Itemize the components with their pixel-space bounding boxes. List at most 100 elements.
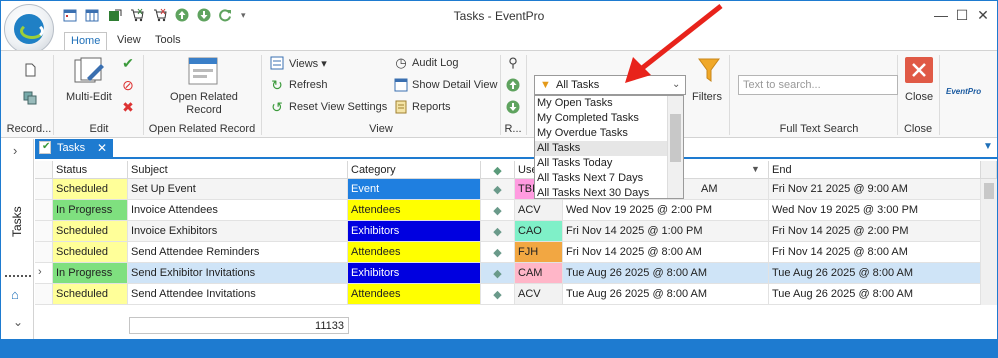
tab-tasks[interactable]: ✔ Tasks ✕ [35,139,113,157]
marker-cell[interactable]: ◆ [481,200,515,221]
end-cell[interactable]: Tue Aug 26 2025 @ 8:00 AM [769,263,981,284]
calendar-icon[interactable] [63,8,77,22]
filter-option[interactable]: My Open Tasks [535,96,683,111]
category-cell[interactable]: Exhibitors [348,221,481,242]
reset-view-settings-button[interactable]: Reset View Settings [289,101,387,113]
filters-button[interactable]: Filters [692,91,722,103]
collapse-panel-icon[interactable]: ⌄ [13,315,23,329]
move-up-icon[interactable] [506,78,520,92]
column-header-marker[interactable]: ◆ [481,161,515,179]
row-indicator[interactable] [35,200,53,221]
maximize-icon[interactable]: ☐ [952,7,972,24]
user-cell[interactable]: FJH [515,242,563,263]
close-button[interactable]: Close [905,91,933,103]
close-tab-icon[interactable]: ✕ [97,141,107,155]
home-icon[interactable]: ⌂ [11,287,19,302]
new-record-icon[interactable] [23,63,37,77]
status-cell[interactable]: In Progress [53,200,128,221]
status-cell[interactable]: In Progress [53,263,128,284]
tab-tools[interactable]: Tools [149,32,187,50]
cart-icon[interactable] [130,8,144,22]
expand-panel-icon[interactable]: › [13,143,17,158]
customize-qat-icon[interactable]: ▾ [241,8,255,22]
category-cell[interactable]: Event [348,179,481,200]
start-cell[interactable]: Fri Nov 14 2025 @ 1:00 PM [563,221,769,242]
table-row[interactable]: › In Progress Send Exhibitor Invitations Ex… [35,263,981,284]
end-cell[interactable]: Fri Nov 21 2025 @ 9:00 AM [769,179,981,200]
views-icon[interactable] [270,56,284,70]
marker-cell[interactable]: ◆ [481,284,515,305]
filter-option[interactable]: My Overdue Tasks [535,126,683,141]
reports-icon[interactable] [394,100,408,114]
column-header-status[interactable]: Status [53,161,128,179]
related-record-icon[interactable] [188,57,218,85]
close-icon[interactable]: ✕ [973,7,993,24]
filter-option[interactable]: My Completed Tasks [535,111,683,126]
end-cell[interactable]: Fri Nov 14 2025 @ 2:00 PM [769,221,981,242]
refresh-button[interactable]: Refresh [289,79,328,91]
filter-option-selected[interactable]: All Tasks [535,141,683,156]
audit-log-icon[interactable]: ◷ [394,56,408,70]
open-related-record-button[interactable]: Open Related Record [168,91,240,117]
reports-button[interactable]: Reports [412,101,451,113]
start-cell[interactable]: Tue Aug 26 2025 @ 8:00 AM [563,284,769,305]
panel-splitter[interactable] [5,275,31,277]
subject-cell[interactable]: Invoice Exhibitors [128,221,348,242]
user-cell[interactable]: ACV [515,284,563,305]
user-cell[interactable]: ACV [515,200,563,221]
subject-cell[interactable]: Send Attendee Reminders [128,242,348,263]
table-row[interactable]: Scheduled Send Attendee Invitations Attend… [35,284,981,305]
up-arrow-icon[interactable] [175,8,189,22]
table-row[interactable]: Scheduled Set Up Event Event ◆ TBI AM Fri Nov … [35,179,981,200]
reset-view-icon[interactable]: ↺ [270,100,284,114]
export-icon[interactable] [108,8,122,22]
status-cell[interactable]: Scheduled [53,179,128,200]
tab-home[interactable]: Home [64,32,108,52]
subject-cell[interactable]: Send Attendee Invitations [128,284,348,305]
scrollbar-top[interactable] [981,161,997,179]
multi-edit-button[interactable]: Multi-Edit [66,91,112,103]
table-row[interactable]: Scheduled Send Attendee Reminders Attendee… [35,242,981,263]
marker-cell[interactable]: ◆ [481,263,515,284]
status-cell[interactable]: Scheduled [53,221,128,242]
column-header-category[interactable]: Category [348,161,481,179]
row-indicator[interactable]: › [35,263,53,284]
multi-edit-icon[interactable] [73,56,105,86]
category-cell[interactable]: Attendees [348,200,481,221]
subject-cell[interactable]: Set Up Event [128,179,348,200]
tab-menu-icon[interactable]: ▼ [983,141,993,152]
category-cell[interactable]: Exhibitors [348,263,481,284]
move-down-icon[interactable] [506,100,520,114]
grid-calendar-icon[interactable] [85,8,99,22]
delete-icon[interactable]: ✖ [121,100,135,114]
grid-vertical-scrollbar[interactable] [981,179,997,305]
table-row[interactable]: Scheduled Invoice Exhibitors Exhibitors ◆ CA… [35,221,981,242]
category-cell[interactable]: Attendees [348,242,481,263]
show-detail-view-button[interactable]: Show Detail View [412,79,497,91]
status-cell[interactable]: Scheduled [53,284,128,305]
search-icon[interactable]: ⚲ [506,56,520,70]
row-indicator[interactable] [35,242,53,263]
column-header-end[interactable]: End [769,161,981,179]
user-cell[interactable]: CAO [515,221,563,242]
refresh-view-icon[interactable]: ↻ [270,78,284,92]
refresh-icon[interactable] [218,8,232,22]
close-button-icon[interactable] [905,57,933,83]
filter-option[interactable]: All Tasks Next 30 Days [535,186,683,198]
start-cell[interactable]: Tue Aug 26 2025 @ 8:00 AM [563,263,769,284]
end-cell[interactable]: Tue Aug 26 2025 @ 8:00 AM [769,284,981,305]
minimize-icon[interactable]: — [931,7,951,23]
views-button[interactable]: Views ▾ [289,57,327,70]
down-arrow-icon[interactable] [197,8,211,22]
copy-record-icon[interactable] [23,91,37,105]
start-cell[interactable]: Wed Nov 19 2025 @ 2:00 PM [563,200,769,221]
checkmark-icon[interactable]: ✔ [121,56,135,70]
subject-cell[interactable]: Invoice Attendees [128,200,348,221]
side-panel-label[interactable]: Tasks [10,197,24,237]
app-logo[interactable] [4,4,54,54]
user-cell[interactable]: CAM [515,263,563,284]
detail-view-icon[interactable] [394,78,408,92]
cart-remove-icon[interactable] [153,8,167,22]
row-indicator[interactable] [35,221,53,242]
row-indicator[interactable] [35,284,53,305]
